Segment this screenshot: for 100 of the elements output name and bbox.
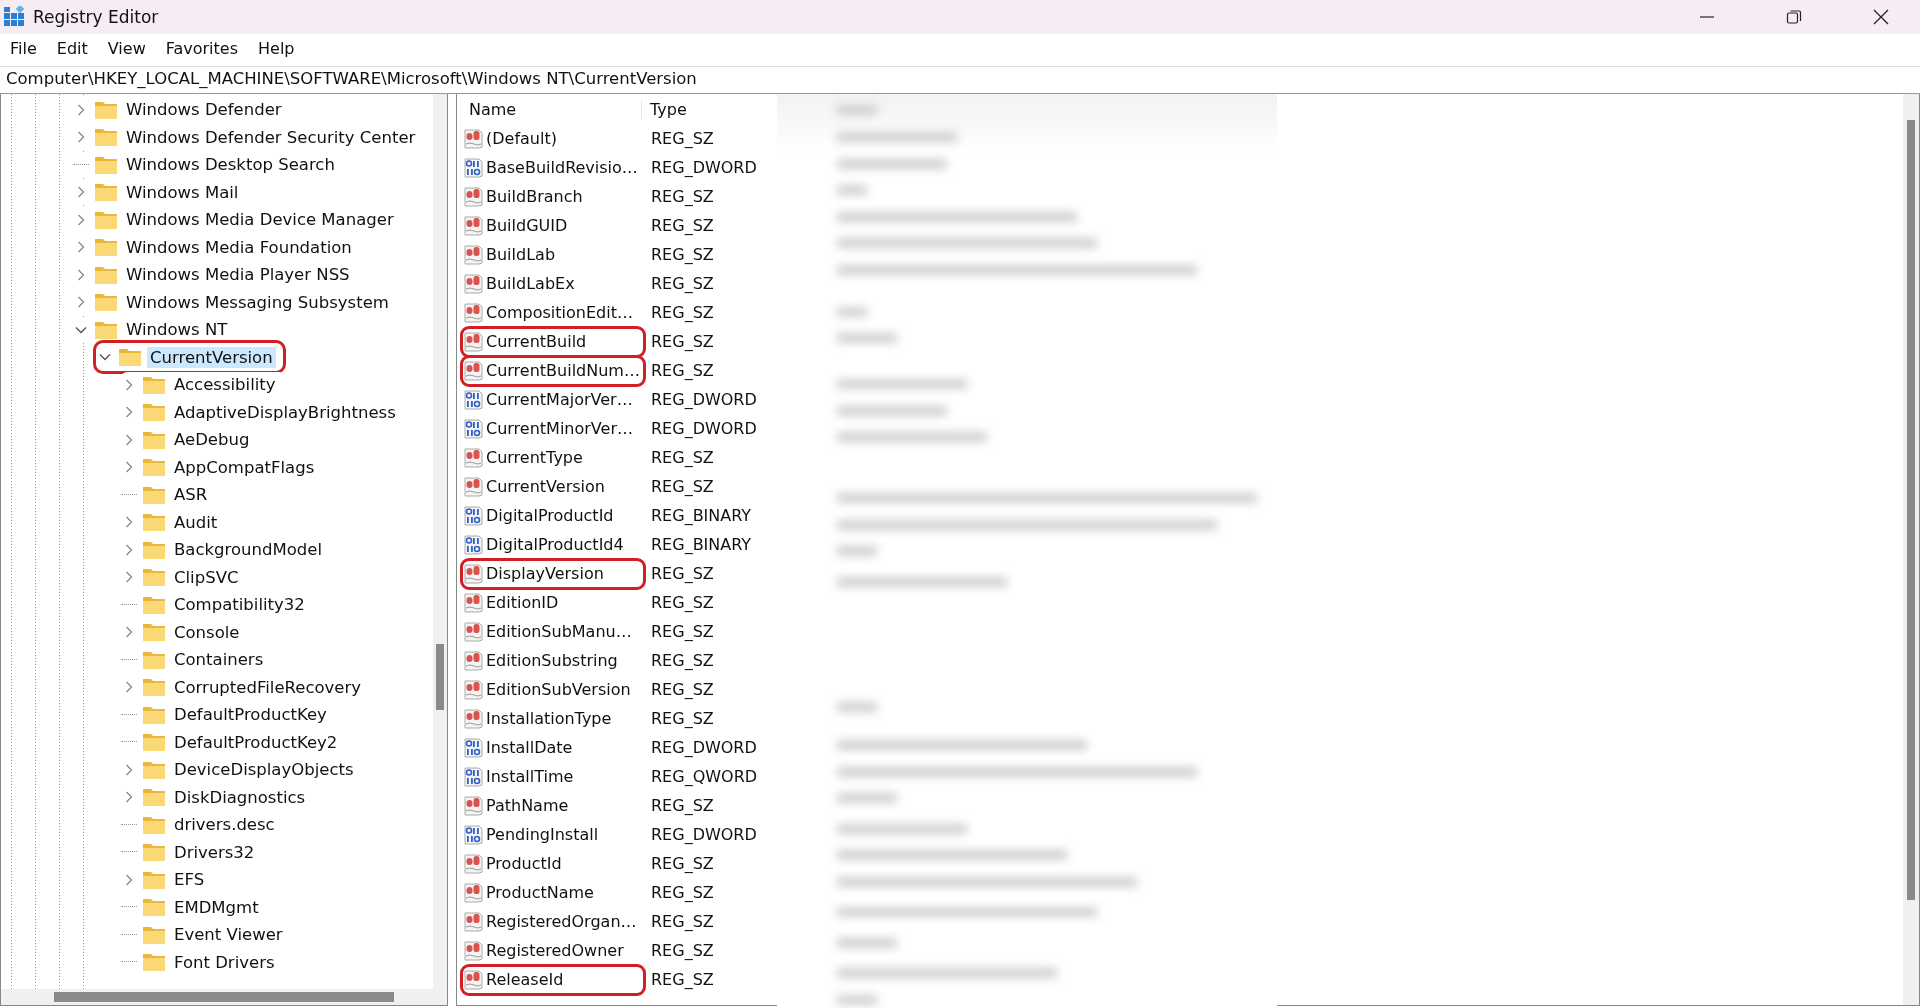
- menu-item[interactable]: Edit: [56, 38, 98, 58]
- value-name[interactable]: EditionID: [463, 589, 643, 616]
- string-value-icon: [463, 708, 483, 729]
- string-value-icon: [463, 563, 483, 584]
- chevron-right-icon[interactable]: [123, 571, 135, 584]
- value-name[interactable]: DisplayVersion: [463, 560, 643, 587]
- value-name[interactable]: PendingInstall: [463, 821, 643, 848]
- chevron-right-icon[interactable]: [75, 296, 87, 309]
- chevron-right-icon[interactable]: [75, 213, 87, 226]
- string-value-icon: [463, 911, 483, 932]
- chevron-right-icon[interactable]: [123, 378, 135, 391]
- value-name[interactable]: PathName: [463, 792, 643, 819]
- folder-icon: [143, 623, 165, 642]
- value-type: REG_SZ: [650, 477, 714, 496]
- folder-icon: [143, 430, 165, 449]
- folder-icon: [143, 540, 165, 559]
- scrollbar-thumb[interactable]: [54, 992, 394, 1002]
- address-field[interactable]: Computer\HKEY_LOCAL_MACHINE\SOFTWARE\Microsoft\Windows NT\CurrentVersion: [0, 66, 1920, 94]
- value-type: REG_DWORD: [650, 738, 757, 757]
- value-name[interactable]: EditionSubVersion: [463, 676, 643, 703]
- chevron-right-icon[interactable]: [123, 461, 135, 474]
- chevron-right-icon[interactable]: [75, 103, 87, 116]
- chevron-right-icon[interactable]: [123, 543, 135, 556]
- value-type: REG_SZ: [650, 129, 714, 148]
- menu-item[interactable]: File: [10, 38, 47, 58]
- value-name[interactable]: InstallationType: [463, 705, 643, 732]
- menu-item[interactable]: Favorites: [165, 38, 248, 58]
- value-name[interactable]: EditionSubstring: [463, 647, 643, 674]
- restore-icon[interactable]: [1786, 9, 1802, 25]
- chevron-right-icon[interactable]: [123, 626, 135, 639]
- folder-icon: [143, 595, 165, 614]
- value-name[interactable]: ProductId: [463, 850, 643, 877]
- value-name[interactable]: InstallTime: [463, 763, 643, 790]
- binary-value-icon: [463, 505, 483, 526]
- value-name[interactable]: BuildLabEx: [463, 270, 643, 297]
- folder-icon: [143, 788, 165, 807]
- folder-icon: [95, 128, 117, 147]
- string-value-icon: [463, 476, 483, 497]
- binary-value-icon: [463, 157, 483, 178]
- folder-icon: [143, 705, 165, 724]
- value-name[interactable]: BuildGUID: [463, 212, 643, 239]
- chevron-right-icon[interactable]: [123, 406, 135, 419]
- registry-cubes-icon: [3, 6, 25, 28]
- value-name[interactable]: CurrentVersion: [463, 473, 643, 500]
- value-name[interactable]: InstallDate: [463, 734, 643, 761]
- folder-icon: [143, 650, 165, 669]
- close-icon[interactable]: [1873, 9, 1889, 25]
- string-value-icon: [463, 447, 483, 468]
- value-type: REG_SZ: [650, 651, 714, 670]
- column-header[interactable]: Type: [642, 99, 687, 119]
- value-type: REG_SZ: [650, 216, 714, 235]
- value-name[interactable]: DigitalProductId: [463, 502, 643, 529]
- chevron-right-icon[interactable]: [123, 433, 135, 446]
- scrollbar-thumb[interactable]: [436, 644, 444, 710]
- binary-value-icon: [463, 824, 483, 845]
- value-name[interactable]: CompositionEdit…: [463, 299, 643, 326]
- value-name[interactable]: BuildLab: [463, 241, 643, 268]
- chevron-right-icon[interactable]: [75, 131, 87, 144]
- tree-item[interactable]: Windows NT: [73, 316, 237, 343]
- value-name[interactable]: EditionSubManu…: [463, 618, 643, 645]
- chevron-right-icon[interactable]: [75, 186, 87, 199]
- value-type: REG_SZ: [650, 854, 714, 873]
- chevron-right-icon[interactable]: [123, 516, 135, 529]
- string-value-icon: [463, 244, 483, 265]
- value-name[interactable]: CurrentBuild: [463, 328, 643, 355]
- string-value-icon: [463, 940, 483, 961]
- chevron-right-icon[interactable]: [123, 763, 135, 776]
- value-type: REG_SZ: [650, 361, 714, 380]
- value-name[interactable]: (Default): [463, 125, 643, 152]
- string-value-icon: [463, 592, 483, 613]
- folder-icon: [95, 238, 117, 257]
- scrollbar-thumb[interactable]: [1907, 120, 1915, 900]
- folder-icon: [143, 403, 165, 422]
- value-type: REG_SZ: [650, 912, 714, 931]
- folder-icon: [143, 843, 165, 862]
- value-name[interactable]: BaseBuildRevisio…: [463, 154, 643, 181]
- value-type: REG_DWORD: [650, 158, 757, 177]
- value-name[interactable]: CurrentMinorVer…: [463, 415, 643, 442]
- column-header[interactable]: Name: [463, 99, 642, 119]
- folder-icon: [143, 513, 165, 532]
- value-name[interactable]: RegisteredOwner: [463, 937, 643, 964]
- folder-icon: [95, 155, 117, 174]
- value-name[interactable]: ProductName: [463, 879, 643, 906]
- value-name[interactable]: BuildBranch: [463, 183, 643, 210]
- menu-item[interactable]: View: [107, 38, 156, 58]
- value-name[interactable]: ReleaseId: [463, 966, 643, 993]
- value-type: REG_BINARY: [650, 506, 752, 525]
- value-name[interactable]: CurrentMajorVer…: [463, 386, 643, 413]
- chevron-right-icon[interactable]: [123, 681, 135, 694]
- value-type: REG_DWORD: [650, 390, 757, 409]
- value-name[interactable]: CurrentBuildNum…: [463, 357, 643, 384]
- chevron-right-icon[interactable]: [123, 791, 135, 804]
- chevron-right-icon[interactable]: [75, 268, 87, 281]
- binary-value-icon: [463, 389, 483, 410]
- chevron-right-icon[interactable]: [123, 873, 135, 886]
- menu-item[interactable]: Help: [258, 38, 305, 58]
- value-name[interactable]: DigitalProductId4: [463, 531, 643, 558]
- chevron-right-icon[interactable]: [75, 241, 87, 254]
- value-name[interactable]: CurrentType: [463, 444, 643, 471]
- value-name[interactable]: RegisteredOrgan…: [463, 908, 643, 935]
